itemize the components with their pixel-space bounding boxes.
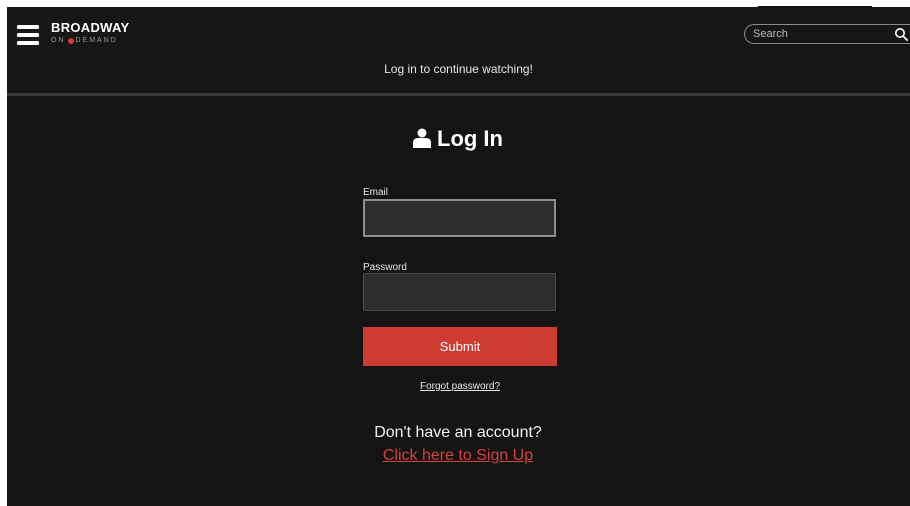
logo-sub-right: DEMAND (75, 37, 118, 44)
menu-bar (17, 41, 39, 45)
forgot-password-link[interactable]: Forgot password? (363, 381, 557, 392)
user-icon (413, 128, 431, 148)
logo-wordmark: BROADWAY (51, 20, 130, 35)
search-input[interactable] (753, 26, 883, 42)
no-account-text: Don't have an account? (374, 424, 542, 441)
broadway-logo[interactable]: BROADWAY ON DEMAND (51, 21, 161, 51)
logo-dot-icon (67, 37, 74, 44)
search-icon[interactable] (894, 27, 908, 41)
header-tagline: Log in to continue watching! (384, 62, 533, 76)
menu-bar (17, 25, 39, 29)
logo-sub-left: ON (51, 37, 66, 44)
logo-subtitle: ON DEMAND (51, 36, 161, 45)
email-field[interactable] (363, 199, 556, 237)
hamburger-menu-icon[interactable] (17, 25, 39, 45)
login-heading: Log In (0, 126, 910, 152)
site-header: BROADWAY ON DEMAND Log in to continue wa… (7, 7, 910, 95)
password-field[interactable] (363, 273, 556, 311)
menu-bar (17, 33, 39, 37)
header-divider (7, 93, 910, 96)
sign-up-link[interactable]: Click here to Sign Up (0, 447, 910, 465)
search-box (744, 24, 910, 44)
password-label: Password (363, 262, 407, 273)
login-title-text: Log In (437, 126, 503, 151)
submit-button[interactable]: Submit (363, 327, 557, 366)
email-label: Email (363, 187, 389, 198)
